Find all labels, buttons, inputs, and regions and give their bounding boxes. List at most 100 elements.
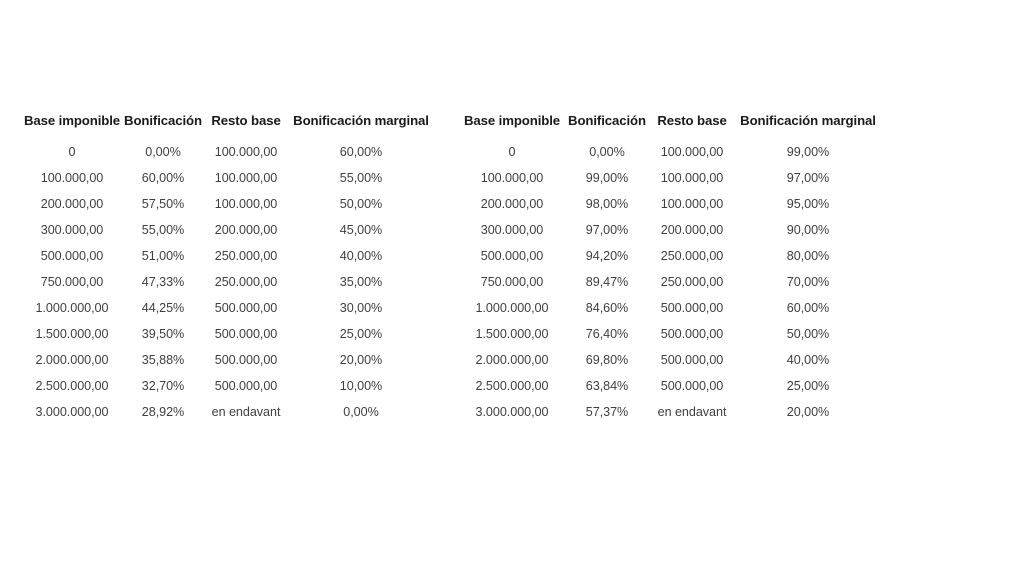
table-row: 300.000,00 97,00% 200.000,00 90,00% — [460, 217, 882, 243]
cell-bonificacion: 32,70% — [141, 379, 185, 393]
cell-resto-base: 200.000,00 — [660, 223, 724, 237]
table-row: 0 0,00% 100.000,00 99,00% — [460, 139, 882, 165]
cell-base-imponible: 100.000,00 — [40, 171, 104, 185]
cell-bonificacion-marginal: 10,00% — [339, 379, 383, 393]
table-row: 2.000.000,00 69,80% 500.000,00 40,00% — [460, 347, 882, 373]
table-row: 3.000.000,00 57,37% en endavant 20,00% — [460, 399, 882, 425]
cell-bonificacion: 51,00% — [141, 249, 185, 263]
cell-resto-base: 100.000,00 — [660, 171, 724, 185]
cell-bonificacion-marginal: 99,00% — [786, 145, 830, 159]
cell-base-imponible: 1.000.000,00 — [35, 301, 109, 315]
cell-bonificacion-marginal: 55,00% — [339, 171, 383, 185]
cell-resto-base: 500.000,00 — [214, 327, 278, 341]
cell-bonificacion: 84,60% — [585, 301, 629, 315]
cell-resto-base: 500.000,00 — [214, 301, 278, 315]
cell-resto-base: 500.000,00 — [660, 353, 724, 367]
cell-base-imponible: 0 — [68, 145, 76, 159]
cell-base-imponible: 0 — [508, 145, 516, 159]
cell-bonificacion-marginal: 40,00% — [786, 353, 830, 367]
cell-bonificacion-marginal: 50,00% — [786, 327, 830, 341]
column-header-bonificacion: Bonificación — [568, 113, 646, 128]
cell-resto-base: 250.000,00 — [660, 249, 724, 263]
cell-base-imponible: 200.000,00 — [480, 197, 544, 211]
tables-container: Base imponible Bonificación Resto base B… — [0, 108, 1024, 425]
cell-resto-base: 100.000,00 — [660, 145, 724, 159]
cell-base-imponible: 3.000.000,00 — [475, 405, 549, 419]
table-row: 100.000,00 60,00% 100.000,00 55,00% — [22, 165, 434, 191]
cell-bonificacion: 28,92% — [141, 405, 185, 419]
cell-bonificacion-marginal: 25,00% — [339, 327, 383, 341]
cell-base-imponible: 300.000,00 — [480, 223, 544, 237]
column-header-resto-base: Resto base — [657, 113, 727, 128]
column-header-base-imponible: Base imponible — [23, 113, 121, 128]
column-header-bonificacion-marginal: Bonificación marginal — [740, 113, 876, 128]
cell-bonificacion: 63,84% — [585, 379, 629, 393]
column-header-bonificacion-marginal: Bonificación marginal — [293, 113, 429, 128]
document-page: Base imponible Bonificación Resto base B… — [0, 0, 1024, 576]
cell-resto-base: 500.000,00 — [214, 379, 278, 393]
column-header-resto-base: Resto base — [211, 113, 281, 128]
cell-resto-base: en endavant — [211, 405, 281, 419]
cell-bonificacion-marginal: 60,00% — [786, 301, 830, 315]
table-row: 500.000,00 51,00% 250.000,00 40,00% — [22, 243, 434, 269]
cell-resto-base: en endavant — [657, 405, 727, 419]
cell-bonificacion: 76,40% — [585, 327, 629, 341]
cell-bonificacion: 55,00% — [141, 223, 185, 237]
cell-bonificacion: 60,00% — [141, 171, 185, 185]
table-body: 0 0,00% 100.000,00 60,00% 100.000,00 60,… — [22, 139, 434, 425]
cell-base-imponible: 2.500.000,00 — [35, 379, 109, 393]
cell-bonificacion-marginal: 50,00% — [339, 197, 383, 211]
cell-bonificacion-marginal: 80,00% — [786, 249, 830, 263]
cell-base-imponible: 300.000,00 — [40, 223, 104, 237]
cell-bonificacion: 69,80% — [585, 353, 629, 367]
table-row: 500.000,00 94,20% 250.000,00 80,00% — [460, 243, 882, 269]
table-row: 0 0,00% 100.000,00 60,00% — [22, 139, 434, 165]
cell-bonificacion: 35,88% — [141, 353, 185, 367]
cell-bonificacion-marginal: 90,00% — [786, 223, 830, 237]
cell-resto-base: 200.000,00 — [214, 223, 278, 237]
cell-base-imponible: 1.500.000,00 — [35, 327, 109, 341]
cell-base-imponible: 500.000,00 — [480, 249, 544, 263]
cell-base-imponible: 200.000,00 — [40, 197, 104, 211]
tabla-bonificacion-derecha: Base imponible Bonificación Resto base B… — [460, 108, 882, 425]
cell-resto-base: 100.000,00 — [214, 171, 278, 185]
table-row: 2.000.000,00 35,88% 500.000,00 20,00% — [22, 347, 434, 373]
cell-resto-base: 100.000,00 — [660, 197, 724, 211]
cell-bonificacion: 57,50% — [141, 197, 185, 211]
cell-bonificacion: 94,20% — [585, 249, 629, 263]
column-header-bonificacion: Bonificación — [124, 113, 202, 128]
cell-base-imponible: 2.000.000,00 — [475, 353, 549, 367]
cell-bonificacion: 47,33% — [141, 275, 185, 289]
table-row: 200.000,00 98,00% 100.000,00 95,00% — [460, 191, 882, 217]
table-row: 1.000.000,00 44,25% 500.000,00 30,00% — [22, 295, 434, 321]
cell-bonificacion: 97,00% — [585, 223, 629, 237]
table-header: Base imponible Bonificación Resto base B… — [22, 108, 434, 139]
table-row: 1.500.000,00 76,40% 500.000,00 50,00% — [460, 321, 882, 347]
table-row: 3.000.000,00 28,92% en endavant 0,00% — [22, 399, 434, 425]
table-row: 100.000,00 99,00% 100.000,00 97,00% — [460, 165, 882, 191]
table-row: 200.000,00 57,50% 100.000,00 50,00% — [22, 191, 434, 217]
cell-bonificacion-marginal: 95,00% — [786, 197, 830, 211]
cell-resto-base: 250.000,00 — [214, 275, 278, 289]
cell-base-imponible: 100.000,00 — [480, 171, 544, 185]
cell-bonificacion-marginal: 25,00% — [786, 379, 830, 393]
cell-base-imponible: 2.000.000,00 — [35, 353, 109, 367]
cell-resto-base: 100.000,00 — [214, 197, 278, 211]
cell-bonificacion-marginal: 40,00% — [339, 249, 383, 263]
cell-bonificacion-marginal: 60,00% — [339, 145, 383, 159]
cell-bonificacion-marginal: 30,00% — [339, 301, 383, 315]
cell-resto-base: 500.000,00 — [214, 353, 278, 367]
table-row: 300.000,00 55,00% 200.000,00 45,00% — [22, 217, 434, 243]
cell-base-imponible: 750.000,00 — [40, 275, 104, 289]
cell-bonificacion-marginal: 97,00% — [786, 171, 830, 185]
cell-resto-base: 500.000,00 — [660, 327, 724, 341]
cell-bonificacion: 39,50% — [141, 327, 185, 341]
table-header: Base imponible Bonificación Resto base B… — [460, 108, 882, 139]
cell-bonificacion-marginal: 20,00% — [786, 405, 830, 419]
cell-base-imponible: 1.500.000,00 — [475, 327, 549, 341]
table-row: 750.000,00 89,47% 250.000,00 70,00% — [460, 269, 882, 295]
cell-bonificacion-marginal: 35,00% — [339, 275, 383, 289]
cell-base-imponible: 500.000,00 — [40, 249, 104, 263]
cell-bonificacion-marginal: 70,00% — [786, 275, 830, 289]
cell-bonificacion: 99,00% — [585, 171, 629, 185]
